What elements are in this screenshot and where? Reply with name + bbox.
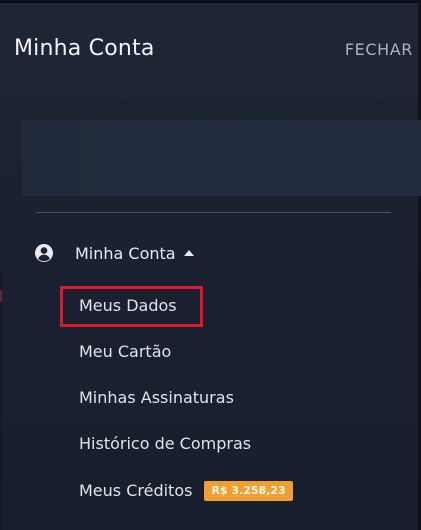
left-edge-band xyxy=(0,270,2,530)
highlight-box xyxy=(60,286,203,327)
menu-item-minhas-assinaturas[interactable]: Minhas Assinaturas xyxy=(79,387,234,409)
account-menu-panel: Minha Conta FECHAR Minha Conta Meus Dado… xyxy=(0,0,421,530)
section-label: Minha Conta xyxy=(75,243,176,263)
close-button[interactable]: FECHAR xyxy=(345,39,413,61)
top-edge xyxy=(0,0,421,3)
menu-item-label: Meus Créditos xyxy=(79,481,193,500)
menu-item-historico-de-compras[interactable]: Histórico de Compras xyxy=(79,433,251,455)
profile-banner xyxy=(22,120,421,196)
section-divider xyxy=(36,212,391,213)
left-edge-marker xyxy=(0,290,2,302)
panel-title: Minha Conta xyxy=(14,36,155,61)
user-circle-icon xyxy=(35,244,53,262)
section-toggle-minha-conta[interactable]: Minha Conta xyxy=(34,238,194,268)
credit-balance-badge: R$ 3.258,23 xyxy=(204,481,293,501)
caret-up-icon xyxy=(183,250,194,256)
menu-item-meus-creditos[interactable]: Meus Créditos R$ 3.258,23 xyxy=(79,480,293,502)
menu-item-meu-cartao[interactable]: Meu Cartão xyxy=(79,341,171,363)
